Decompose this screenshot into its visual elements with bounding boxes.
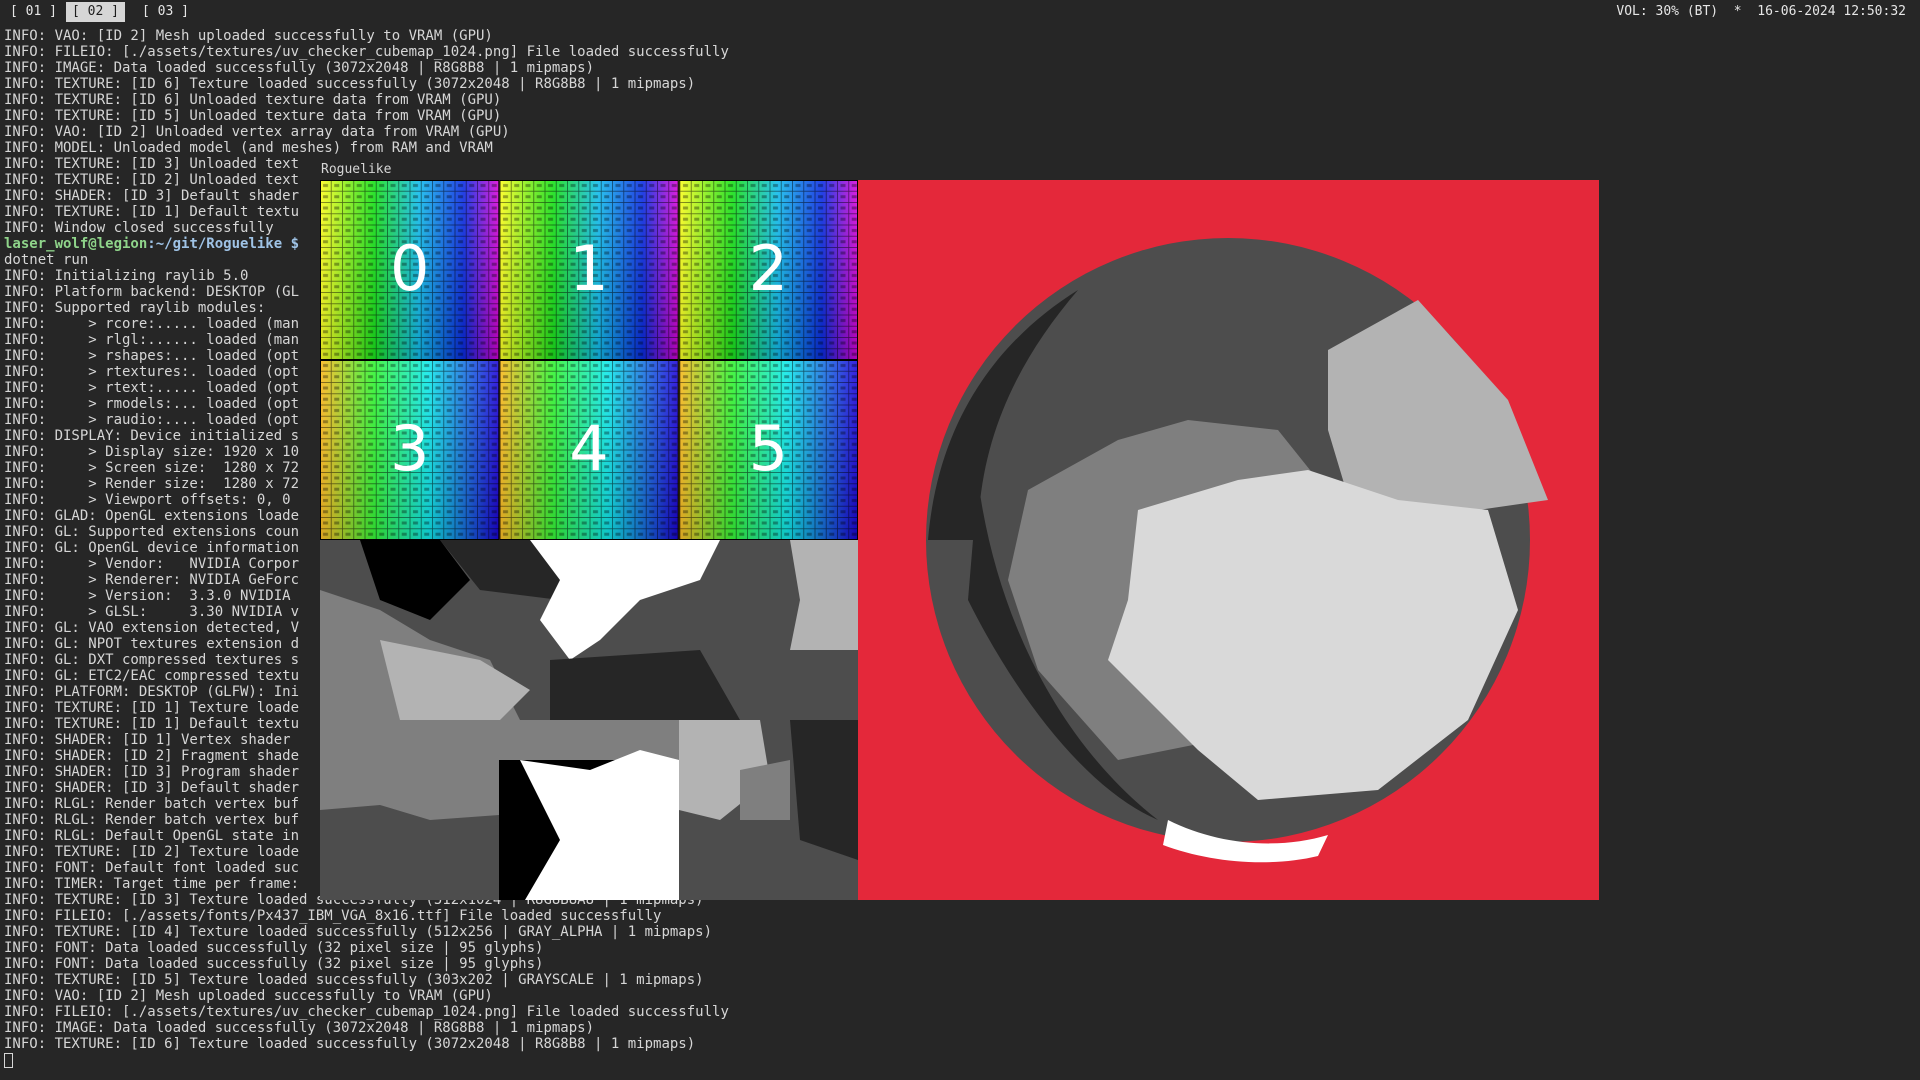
terminal-line: INFO: TEXTURE: [ID 6] Texture loaded suc… <box>4 76 696 92</box>
cubemap-face-0: 0 <box>320 180 500 360</box>
terminal-line: INFO: VAO: [ID 2] Mesh uploaded successf… <box>4 28 493 44</box>
cubemap-face-label: 1 <box>569 232 608 305</box>
cubemap-svg: 0 1 2 3 4 5 <box>320 180 858 540</box>
prompt-symbol: $ <box>282 236 300 252</box>
cubemap-face-label: 0 <box>390 232 429 305</box>
prompt-user: laser_wolf@legion <box>4 236 148 252</box>
terminal-line: INFO: TEXTURE: [ID 6] Texture loaded suc… <box>4 1036 696 1052</box>
terminal-line: INFO: TEXTURE: [ID 4] Texture loaded suc… <box>4 924 713 940</box>
terminal-line: INFO: MODEL: Unloaded model (and meshes)… <box>4 140 493 156</box>
terminal-line: INFO: FONT: Data loaded successfully (32… <box>4 956 544 972</box>
window-title: Roguelike <box>319 160 861 180</box>
cubemap-face-3: 3 <box>320 360 500 540</box>
status-right: VOL: 30% (BT) * 16-06-2024 12:50:32 <box>1616 2 1906 22</box>
terminal-line: INFO: TEXTURE: [ID 6] Unloaded texture d… <box>4 92 502 108</box>
terminal-cursor <box>4 1052 13 1068</box>
terminal-line: INFO: FONT: Data loaded successfully (32… <box>4 940 544 956</box>
cubemap-face-2: 2 <box>678 180 858 360</box>
cubemap-face-label: 2 <box>749 232 788 305</box>
cubemap-face-label: 3 <box>390 412 429 485</box>
game-viewport[interactable] <box>858 180 1599 900</box>
terminal-line: INFO: FILEIO: [./assets/fonts/Px437_IBM_… <box>4 908 662 924</box>
cubemap-face-1: 1 <box>499 180 679 360</box>
cubemap-texture-preview: 0 1 2 3 4 5 <box>320 180 858 540</box>
terminal-line: INFO: FILEIO: [./assets/textures/uv_chec… <box>4 44 729 60</box>
terminal-line: INFO: TEXTURE: [ID 5] Unloaded texture d… <box>4 108 502 124</box>
depth-texture-preview <box>320 540 858 900</box>
cubemap-face-5: 5 <box>678 360 858 540</box>
clock: 16-06-2024 12:50:32 <box>1757 4 1906 19</box>
terminal-cursor-line <box>4 1052 1914 1068</box>
terminal-line: INFO: FILEIO: [./assets/textures/uv_chec… <box>4 1004 729 1020</box>
cubemap-face-label: 4 <box>569 412 608 485</box>
workspace-tab-03[interactable]: [ 03 ] <box>136 2 195 22</box>
terminal-line: INFO: VAO: [ID 2] Unloaded vertex array … <box>4 124 510 140</box>
terminal-line: INFO: IMAGE: Data loaded successfully (3… <box>4 1020 595 1036</box>
terminal-line: INFO: TEXTURE: [ID 5] Texture loaded suc… <box>4 972 704 988</box>
workspace-tab-02[interactable]: [ 02 ] <box>66 2 125 22</box>
separator-star: * <box>1733 4 1742 19</box>
terminal-line: INFO: IMAGE: Data loaded successfully (3… <box>4 60 595 76</box>
volume-indicator[interactable]: VOL: 30% (BT) <box>1616 4 1718 19</box>
terminal-line: INFO: VAO: [ID 2] Mesh uploaded successf… <box>4 988 493 1004</box>
workspace-tab-01[interactable]: [ 01 ] <box>4 2 63 22</box>
prompt-path: :~/git/Roguelike <box>147 236 283 252</box>
cubemap-face-4: 4 <box>499 360 679 540</box>
cubemap-face-label: 5 <box>749 412 788 485</box>
game-window[interactable]: Roguelike 0 1 2 3 4 5 <box>319 160 1600 900</box>
viewport-svg <box>858 180 1599 900</box>
status-bar: [ 01 ] [ 02 ] [ 03 ] VOL: 30% (BT) * 16-… <box>0 0 1920 24</box>
depth-svg <box>320 540 858 900</box>
